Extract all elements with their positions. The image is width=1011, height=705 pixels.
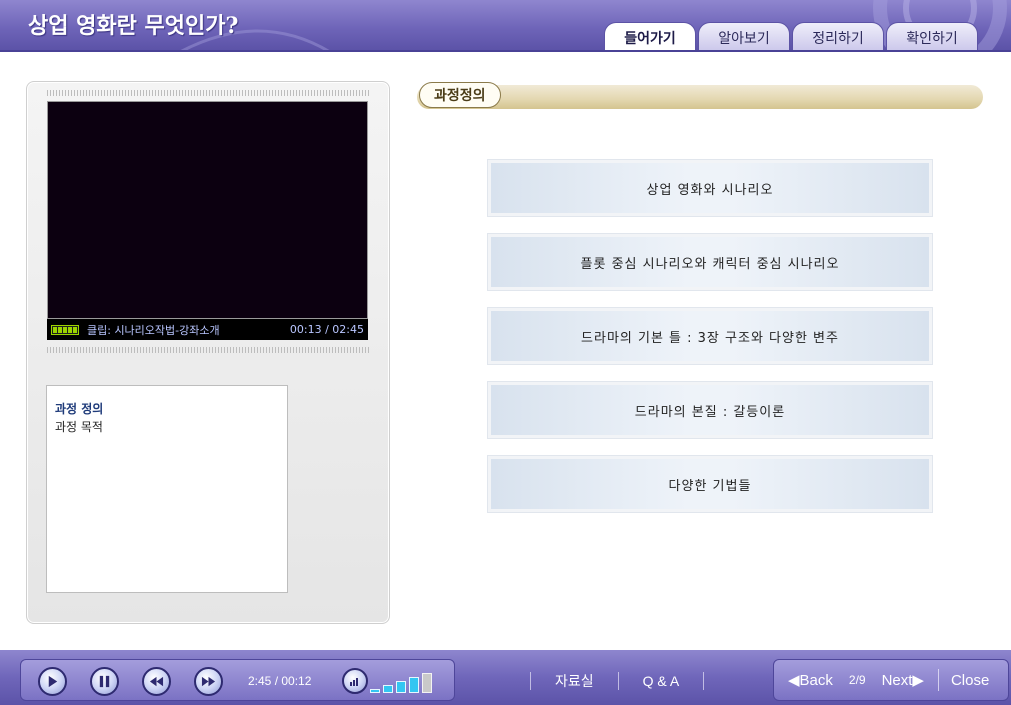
topic-list: 상업 영화와 시나리오 플롯 중심 시나리오와 캐릭터 중심 시나리오 드라마의… [488,160,932,530]
volume-level-bar [396,681,406,693]
decorative-ticks [47,347,369,353]
close-button[interactable]: Close [951,672,989,689]
outline-item-definition[interactable]: 과정 정의 [55,400,279,418]
outline-item-purpose[interactable]: 과정 목적 [55,418,279,436]
app-window: 상업 영화란 무엇인가? 들어가기 알아보기 정리하기 확인하기 클립: 시나리… [0,0,1011,705]
footer-links: 자료실 Q & A [530,670,705,692]
next-button[interactable]: Next▶ [882,671,924,689]
volume-slider[interactable] [370,671,432,693]
pager: ◀Back 2/9 Next▶ Close [773,659,1009,701]
tab-quiz[interactable]: 확인하기 [886,22,978,52]
player-panel: 클립: 시나리오작법-강좌소개 00:13 / 02:45 과정 정의 과정 목… [26,81,390,624]
signal-level-icon [51,324,79,335]
tab-learn[interactable]: 알아보기 [698,22,790,52]
clip-label: 클립: 시나리오작법-강좌소개 [87,323,220,337]
resources-link[interactable]: 자료실 [531,671,618,691]
header-divider [0,50,1011,52]
fast-forward-button[interactable] [194,667,223,696]
time-readout: 2:45 / 00:12 [248,674,312,688]
section-banner [417,85,983,109]
tab-intro[interactable]: 들어가기 [604,22,696,52]
divider [703,672,705,690]
decorative-ticks [47,90,369,96]
tab-bar: 들어가기 알아보기 정리하기 확인하기 [604,22,980,52]
topic-item[interactable]: 플롯 중심 시나리오와 캐릭터 중심 시나리오 [488,234,932,290]
tab-summary[interactable]: 정리하기 [792,22,884,52]
clip-info-bar: 클립: 시나리오작법-강좌소개 00:13 / 02:45 [47,319,368,340]
topic-item[interactable]: 드라마의 기본 틀 : 3장 구조와 다양한 변주 [488,308,932,364]
volume-button[interactable] [342,668,368,694]
topic-item[interactable]: 드라마의 본질 : 갈등이론 [488,382,932,438]
volume-icon [350,678,358,686]
outline-box: 과정 정의 과정 목적 [46,385,288,593]
volume-level-bar [422,673,432,693]
pause-icon [99,675,110,688]
volume-level-bar [370,689,380,693]
back-button[interactable]: ◀Back [788,671,833,689]
rewind-icon [149,676,164,687]
page-title: 상업 영화란 무엇인가? [28,13,239,39]
section-label: 과정정의 [419,82,501,108]
volume-level-bar [409,677,419,693]
volume-level-bar [383,685,393,693]
fast-forward-icon [201,676,216,687]
pause-button[interactable] [90,667,119,696]
divider [530,672,531,690]
play-button[interactable] [38,667,67,696]
topic-item[interactable]: 다양한 기법들 [488,456,932,512]
divider [617,672,619,690]
playback-controls: 2:45 / 00:12 [20,659,455,701]
clip-time: 00:13 / 02:45 [289,323,364,336]
play-icon [48,675,58,688]
page-indicator: 2/9 [848,673,866,687]
rewind-button[interactable] [142,667,171,696]
divider [937,669,939,691]
header-bar: 상업 영화란 무엇인가? 들어가기 알아보기 정리하기 확인하기 [0,0,1011,52]
topic-item[interactable]: 상업 영화와 시나리오 [488,160,932,216]
qa-link[interactable]: Q & A [619,673,704,689]
video-screen[interactable] [47,101,368,319]
